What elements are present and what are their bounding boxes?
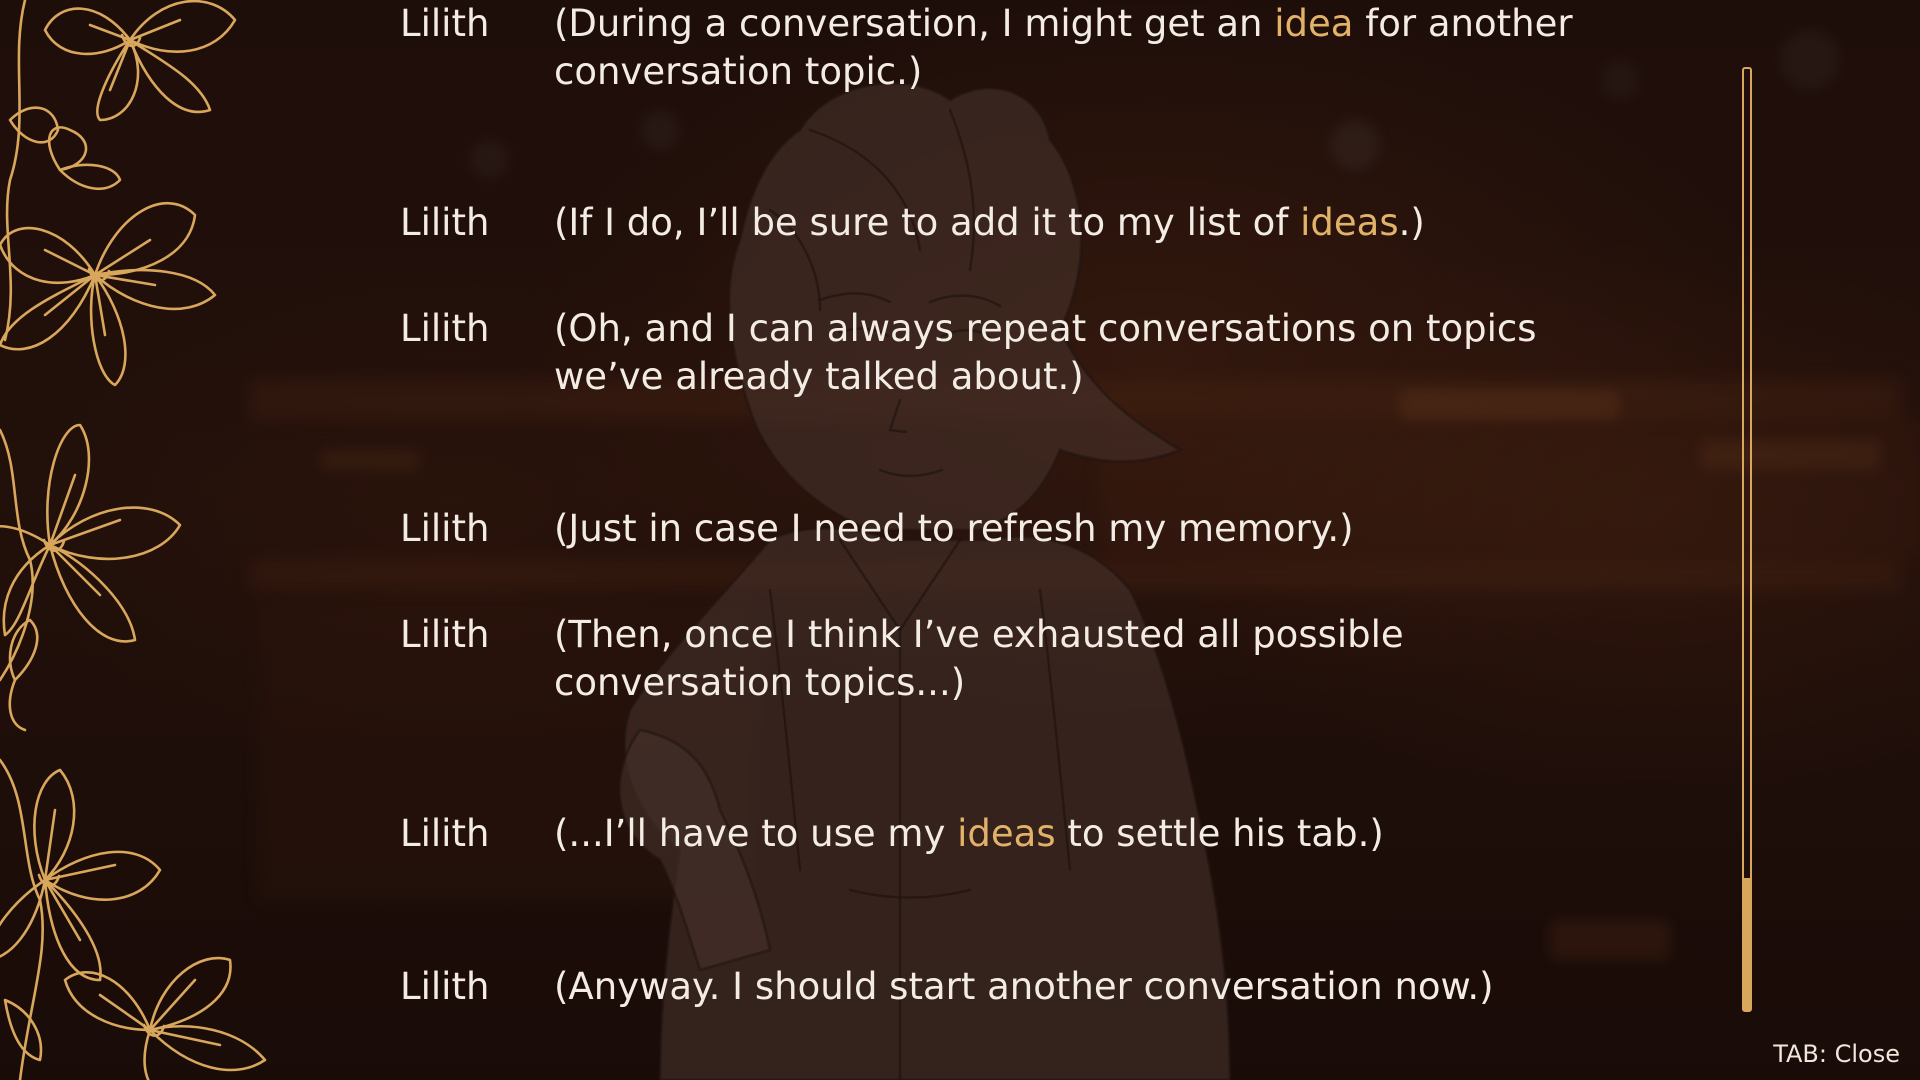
dialogue-text: (...I’ll have to use my ideas to settle … (554, 812, 1384, 855)
keyword-idea: idea (1274, 2, 1354, 45)
dialogue-text: (During a conversation, I might get an i… (554, 2, 1573, 93)
dialogue-text: (Then, once I think I’ve exhausted all p… (554, 613, 1404, 704)
speaker-name: Lilith (400, 2, 490, 45)
speaker-name: Lilith (400, 965, 490, 1008)
close-hint[interactable]: TAB: Close (1773, 1040, 1900, 1068)
dialogue-history-list: Lilith (During a conversation, I might g… (0, 0, 1700, 1080)
speaker-name: Lilith (400, 507, 490, 550)
speaker-name: Lilith (400, 812, 490, 855)
dialogue-text: (Oh, and I can always repeat conversatio… (554, 307, 1537, 398)
keyword-ideas: ideas (1300, 201, 1399, 244)
speaker-name: Lilith (400, 307, 490, 350)
speaker-name: Lilith (400, 201, 490, 244)
dialogue-text: (If I do, I’ll be sure to add it to my l… (554, 201, 1425, 244)
dialogue-text: (Just in case I need to refresh my memor… (554, 507, 1354, 550)
history-scrollbar[interactable] (1742, 67, 1752, 1012)
dialogue-text: (Anyway. I should start another conversa… (554, 965, 1494, 1008)
history-screen: Lilith (During a conversation, I might g… (0, 0, 1920, 1080)
keyword-ideas: ideas (957, 812, 1056, 855)
scrollbar-thumb[interactable] (1744, 878, 1750, 1010)
speaker-name: Lilith (400, 613, 490, 656)
